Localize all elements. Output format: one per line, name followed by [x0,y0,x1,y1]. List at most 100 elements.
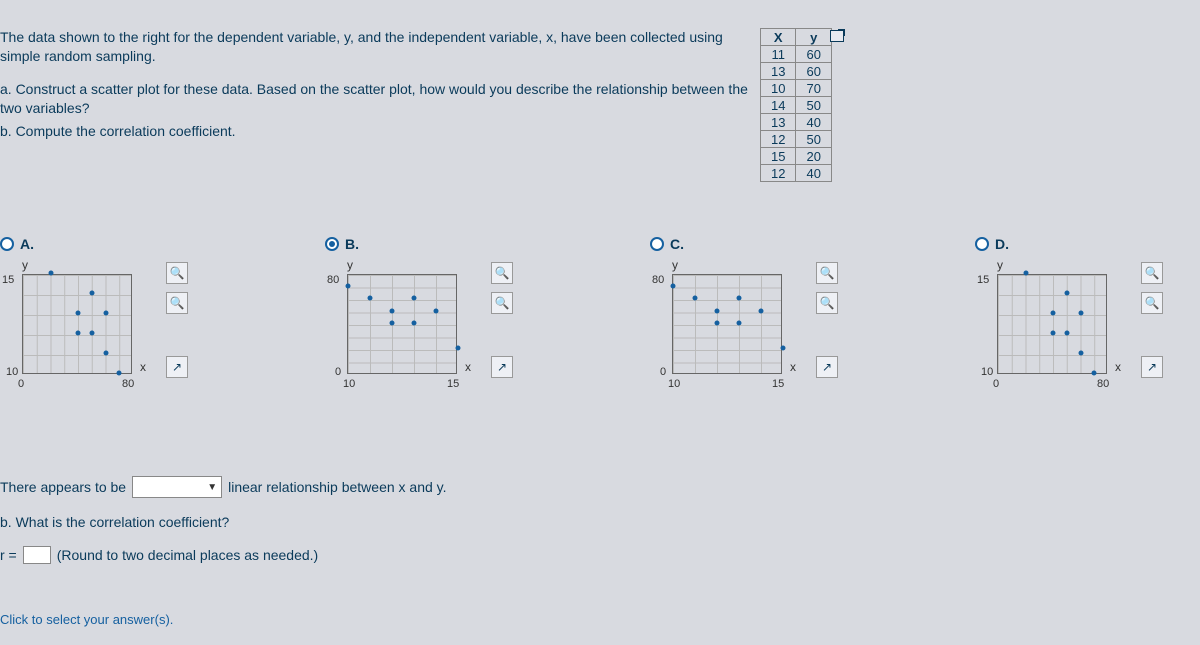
data-point [1064,331,1069,336]
x-axis-label: x [1115,360,1121,374]
data-point [1051,311,1056,316]
data-point [103,351,108,356]
option-b: B. y 80 0 10 15 x 🔍 🔍 ↗ [325,236,550,400]
intro-text: The data shown to the right for the depe… [0,28,760,66]
data-point [368,296,373,301]
ytick-bot: 10 [6,366,18,378]
option-a: A. y 15 10 0 80 x 🔍 🔍 ↗ [0,236,225,400]
cell-y: 50 [796,131,831,148]
problem-statement: The data shown to the right for the depe… [0,28,760,144]
x-axis-label: x [790,360,796,374]
zoom-out-icon[interactable]: 🔍 [491,292,513,314]
relationship-dropdown[interactable]: ▼ [132,476,222,498]
data-point [89,331,94,336]
cell-y: 40 [796,114,831,131]
r-input[interactable] [23,546,51,564]
data-point [346,283,351,288]
cell-x: 14 [761,97,796,114]
data-point [412,296,417,301]
data-point [76,311,81,316]
ytick-top: 15 [977,274,989,286]
zoom-in-icon[interactable]: 🔍 [166,262,188,284]
plot-b: y 80 0 10 15 x [325,260,485,400]
sentence-pre: There appears to be [0,479,126,495]
plot-c: y 80 0 10 15 x [650,260,810,400]
xtick-r: 15 [772,378,784,390]
cell-x: 13 [761,114,796,131]
open-plot-icon[interactable]: ↗ [166,356,188,378]
zoom-in-icon[interactable]: 🔍 [491,262,513,284]
zoom-out-icon[interactable]: 🔍 [816,292,838,314]
table-row: 1520 [761,148,832,165]
plot-d: y 15 10 0 80 x [975,260,1135,400]
xtick-l: 0 [18,378,24,390]
radio-a[interactable] [0,237,14,251]
option-b-label: B. [345,236,359,252]
zoom-out-icon[interactable]: 🔍 [166,292,188,314]
cell-y: 50 [796,97,831,114]
data-point [48,271,53,276]
table-row: 1160 [761,46,832,63]
open-plot-icon[interactable]: ↗ [1141,356,1163,378]
data-point [781,346,786,351]
x-axis-label: x [465,360,471,374]
sentence-post: linear relationship between x and y. [228,479,446,495]
xtick-l: 10 [668,378,680,390]
ytick-bot: 0 [335,366,341,378]
table-row: 1340 [761,114,832,131]
data-point [456,346,461,351]
cell-x: 11 [761,46,796,63]
ytick-top: 15 [2,274,14,286]
open-plot-icon[interactable]: ↗ [816,356,838,378]
popout-table-icon[interactable] [830,30,844,42]
col-header-y: y [796,29,831,46]
table-row: 1250 [761,131,832,148]
cell-y: 60 [796,46,831,63]
click-select-prompt: Click to select your answer(s). [0,612,173,627]
chevron-down-icon: ▼ [207,482,217,493]
table-row: 1070 [761,80,832,97]
data-point [412,321,417,326]
xtick-r: 80 [1097,378,1109,390]
radio-b[interactable] [325,237,339,251]
zoom-in-icon[interactable]: 🔍 [816,262,838,284]
answer-section: There appears to be ▼ linear relationshi… [0,476,800,580]
data-point [737,321,742,326]
open-plot-icon[interactable]: ↗ [491,356,513,378]
data-point [1051,331,1056,336]
data-point [76,331,81,336]
cell-x: 10 [761,80,796,97]
xtick-l: 10 [343,378,355,390]
data-point [103,311,108,316]
cell-x: 12 [761,165,796,182]
y-axis-label: y [347,258,353,272]
cell-x: 12 [761,131,796,148]
answer-options: A. y 15 10 0 80 x 🔍 🔍 ↗ B. [0,236,1200,400]
data-point [693,296,698,301]
option-d: D. y 15 10 0 80 x 🔍 🔍 ↗ [975,236,1200,400]
data-point [1023,271,1028,276]
data-point [715,308,720,313]
radio-c[interactable] [650,237,664,251]
table-row: 1450 [761,97,832,114]
zoom-in-icon[interactable]: 🔍 [1141,262,1163,284]
data-point [1092,371,1097,376]
data-point [671,283,676,288]
data-point [390,321,395,326]
data-point [390,308,395,313]
part-b-text: b. Compute the correlation coefficient. [0,122,760,141]
option-c: C. y 80 0 10 15 x 🔍 🔍 ↗ [650,236,875,400]
r-prefix: r = [0,547,17,563]
xtick-l: 0 [993,378,999,390]
xtick-r: 15 [447,378,459,390]
cell-x: 15 [761,148,796,165]
ytick-top: 80 [327,274,339,286]
option-d-label: D. [995,236,1009,252]
option-c-label: C. [670,236,684,252]
data-point [1064,291,1069,296]
y-axis-label: y [997,258,1003,272]
zoom-out-icon[interactable]: 🔍 [1141,292,1163,314]
radio-d[interactable] [975,237,989,251]
xy-data-table: X y 11601360107014501340125015201240 [760,28,832,182]
table-row: 1360 [761,63,832,80]
